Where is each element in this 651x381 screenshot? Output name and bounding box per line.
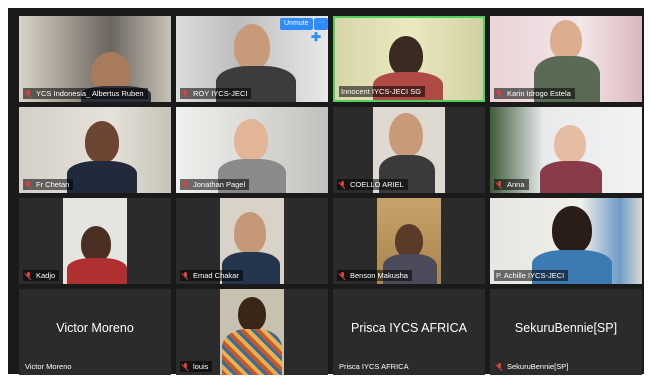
- participant-name-label: ROY IYCS-JECI: [180, 88, 252, 99]
- participant-name-label: P. Achille IYCS-JECI: [494, 270, 569, 281]
- participant-tile[interactable]: Unmute ··· ✚ ROY IYCS-JECI: [176, 16, 328, 102]
- person-head: [389, 36, 423, 76]
- muted-mic-icon: [25, 271, 33, 280]
- participant-name-label: Anna: [494, 179, 529, 190]
- person-head: [234, 119, 268, 161]
- muted-mic-icon: [182, 89, 190, 98]
- person-head: [81, 226, 111, 262]
- participant-tile[interactable]: Benson Makusha: [333, 198, 485, 284]
- participant-tile[interactable]: Anna: [490, 107, 642, 193]
- participant-display-name: Victor Moreno: [56, 321, 134, 335]
- mouse-cursor-icon: ✚: [311, 30, 322, 44]
- person-head: [234, 212, 266, 254]
- muted-mic-icon: [496, 362, 504, 371]
- person-head: [552, 206, 592, 254]
- participant-display-name: SekuruBennie[SP]: [514, 321, 618, 335]
- muted-mic-icon: [182, 271, 190, 280]
- participant-name-label: Fr Chetan: [23, 179, 74, 190]
- participant-name-label: COELLO ARIEL: [337, 179, 408, 190]
- participant-tile[interactable]: Fr Chetan: [19, 107, 171, 193]
- muted-mic-icon: [25, 180, 33, 189]
- muted-mic-icon: [182, 180, 190, 189]
- participant-tile[interactable]: louis: [176, 289, 328, 375]
- participant-name-label: Emad Chakar: [180, 270, 243, 281]
- participant-tile[interactable]: SekuruBennie[SP] SekuruBennie[SP]: [490, 289, 642, 375]
- participant-tile[interactable]: Karin Idrogo Estela: [490, 16, 642, 102]
- muted-mic-icon: [25, 89, 33, 98]
- person-body: [540, 161, 602, 193]
- muted-mic-icon: [496, 89, 504, 98]
- person-head: [389, 113, 423, 157]
- participant-name-label: Prisca IYCS AFRICA: [339, 362, 409, 371]
- participant-name-label: Innocent IYCS-JECI SG: [339, 86, 426, 97]
- participant-name-label: Jonathan Pagel: [180, 179, 250, 190]
- muted-mic-icon: [339, 271, 347, 280]
- person-head: [85, 121, 119, 163]
- participant-tile[interactable]: P. Achille IYCS-JECI: [490, 198, 642, 284]
- muted-mic-icon: [496, 180, 504, 189]
- muted-mic-icon: [339, 180, 347, 189]
- participant-tile[interactable]: Prisca IYCS AFRICA Prisca IYCS AFRICA: [333, 289, 485, 375]
- person-head: [395, 224, 423, 258]
- participant-name-label: Karin Idrogo Estela: [494, 88, 575, 99]
- participant-tile[interactable]: YCS Indonesia_ Albertus Ruben: [19, 16, 171, 102]
- person-head: [238, 297, 266, 331]
- person-head: [550, 20, 582, 60]
- participant-name-label: Benson Makusha: [337, 270, 412, 281]
- person-head: [234, 24, 270, 70]
- participant-name-label: louis: [180, 361, 213, 372]
- participant-name-label: YCS Indonesia_ Albertus Ruben: [23, 88, 148, 99]
- unmute-button[interactable]: Unmute: [280, 18, 313, 30]
- muted-mic-icon: [182, 362, 190, 371]
- participant-name-label: SekuruBennie[SP]: [494, 361, 572, 372]
- person-body: [222, 329, 282, 375]
- participant-tile[interactable]: Kadjo: [19, 198, 171, 284]
- participant-tile[interactable]: Emad Chakar: [176, 198, 328, 284]
- participant-tile[interactable]: Jonathan Pagel: [176, 107, 328, 193]
- video-gallery: YCS Indonesia_ Albertus Ruben Unmute ···…: [8, 8, 644, 375]
- participant-tile[interactable]: COELLO ARIEL: [333, 107, 485, 193]
- participant-name-label: Victor Moreno: [25, 362, 72, 371]
- person-head: [554, 125, 586, 163]
- participant-tile-active-speaker[interactable]: Innocent IYCS-JECI SG: [333, 16, 485, 102]
- more-options-button[interactable]: ···: [314, 18, 328, 30]
- participant-name-label: Kadjo: [23, 270, 60, 281]
- person-body: [67, 161, 137, 193]
- person-body: [67, 258, 127, 284]
- participant-tile[interactable]: Victor Moreno Victor Moreno: [19, 289, 171, 375]
- participant-display-name: Prisca IYCS AFRICA: [351, 321, 467, 335]
